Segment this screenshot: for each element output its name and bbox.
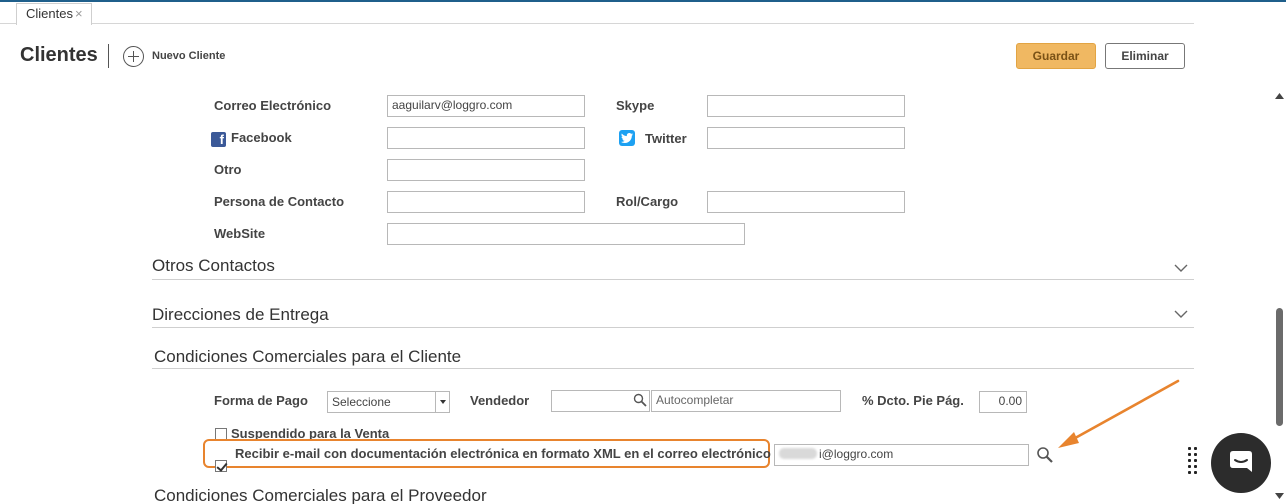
section-divider	[152, 279, 1194, 280]
scroll-down-arrow-icon[interactable]	[1275, 493, 1284, 500]
dropdown-arrow-icon	[435, 392, 449, 412]
website-label: WebSite	[214, 226, 266, 241]
contact-person-input[interactable]	[387, 191, 585, 213]
section-other-contacts[interactable]: Otros Contactos	[152, 256, 1194, 276]
xml-email-value: i@loggro.com	[819, 447, 894, 461]
seller-label: Vendedor	[470, 393, 530, 408]
skype-label: Skype	[616, 98, 655, 113]
footer-discount-label: % Dcto. Pie Pág.	[862, 393, 964, 408]
payment-method-label: Forma de Pago	[214, 393, 308, 408]
twitter-label-row: Twitter	[619, 130, 687, 146]
skype-input[interactable]	[707, 95, 905, 117]
section-other-contacts-title: Otros Contactos	[152, 256, 275, 275]
chevron-down-icon[interactable]	[1174, 307, 1188, 321]
xml-email-label: Recibir e-mail con documentación electró…	[235, 446, 771, 461]
other-input[interactable]	[387, 159, 585, 181]
tab-clientes[interactable]: Clientes ×	[16, 3, 92, 25]
redacted-email-part	[779, 448, 817, 459]
role-label: Rol/Cargo	[616, 194, 679, 209]
payment-method-select[interactable]: Seleccione	[327, 391, 450, 413]
twitter-input[interactable]	[707, 127, 905, 149]
footer-discount-input[interactable]: 0.00	[979, 391, 1027, 413]
other-label: Otro	[214, 162, 242, 177]
delete-button[interactable]: Eliminar	[1105, 43, 1185, 69]
xml-email-checkbox[interactable]	[215, 460, 227, 472]
new-client-button[interactable]: Nuevo Cliente	[123, 45, 225, 67]
search-icon[interactable]	[633, 393, 647, 407]
section-delivery-addresses-title: Direcciones de Entrega	[152, 305, 329, 324]
scrollbar-thumb[interactable]	[1276, 308, 1283, 426]
chevron-down-icon[interactable]	[1174, 261, 1188, 275]
twitter-icon	[619, 130, 635, 146]
section-commercial-conditions-title: Condiciones Comerciales para el Cliente	[154, 347, 462, 366]
scroll-up-arrow-icon[interactable]	[1275, 93, 1284, 100]
facebook-icon: f	[211, 132, 226, 147]
new-client-label: Nuevo Cliente	[152, 50, 226, 62]
website-input[interactable]	[387, 223, 745, 245]
facebook-label: Facebook	[231, 130, 292, 145]
contact-person-label: Persona de Contacto	[214, 194, 345, 209]
payment-method-value: Seleccione	[332, 395, 391, 409]
twitter-label: Twitter	[645, 131, 687, 146]
plus-circle-icon	[123, 45, 144, 67]
role-input[interactable]	[707, 191, 905, 213]
xml-email-input[interactable]: i@loggro.com	[774, 444, 1029, 466]
annotation-arrow	[1058, 379, 1180, 448]
section-divider	[152, 368, 1194, 369]
email-label: Correo Electrónico	[214, 98, 332, 113]
section-commercial-conditions: Condiciones Comerciales para el Cliente	[154, 347, 1196, 367]
page-title: Clientes	[20, 44, 98, 66]
tab-label: Clientes	[26, 6, 73, 21]
tab-close-icon[interactable]: ×	[75, 6, 83, 21]
section-supplier-conditions: Condiciones Comerciales para el Proveedo…	[154, 486, 1196, 504]
save-button[interactable]: Guardar	[1016, 43, 1096, 69]
email-input[interactable]: aaguilarv@loggro.com	[387, 95, 585, 117]
facebook-label-row: f Facebook	[211, 130, 292, 147]
chat-bubble-icon	[1230, 451, 1252, 472]
chat-launcher-button[interactable]	[1211, 433, 1271, 493]
title-divider	[108, 44, 109, 68]
section-divider	[152, 327, 1194, 328]
seller-autocomplete-input[interactable]: Autocompletar	[651, 390, 841, 412]
tab-bar	[0, 2, 1194, 24]
drag-handle-icon[interactable]	[1188, 447, 1200, 477]
section-delivery-addresses[interactable]: Direcciones de Entrega	[152, 305, 1194, 325]
section-supplier-conditions-title: Condiciones Comerciales para el Proveedo…	[154, 486, 487, 504]
facebook-input[interactable]	[387, 127, 585, 149]
